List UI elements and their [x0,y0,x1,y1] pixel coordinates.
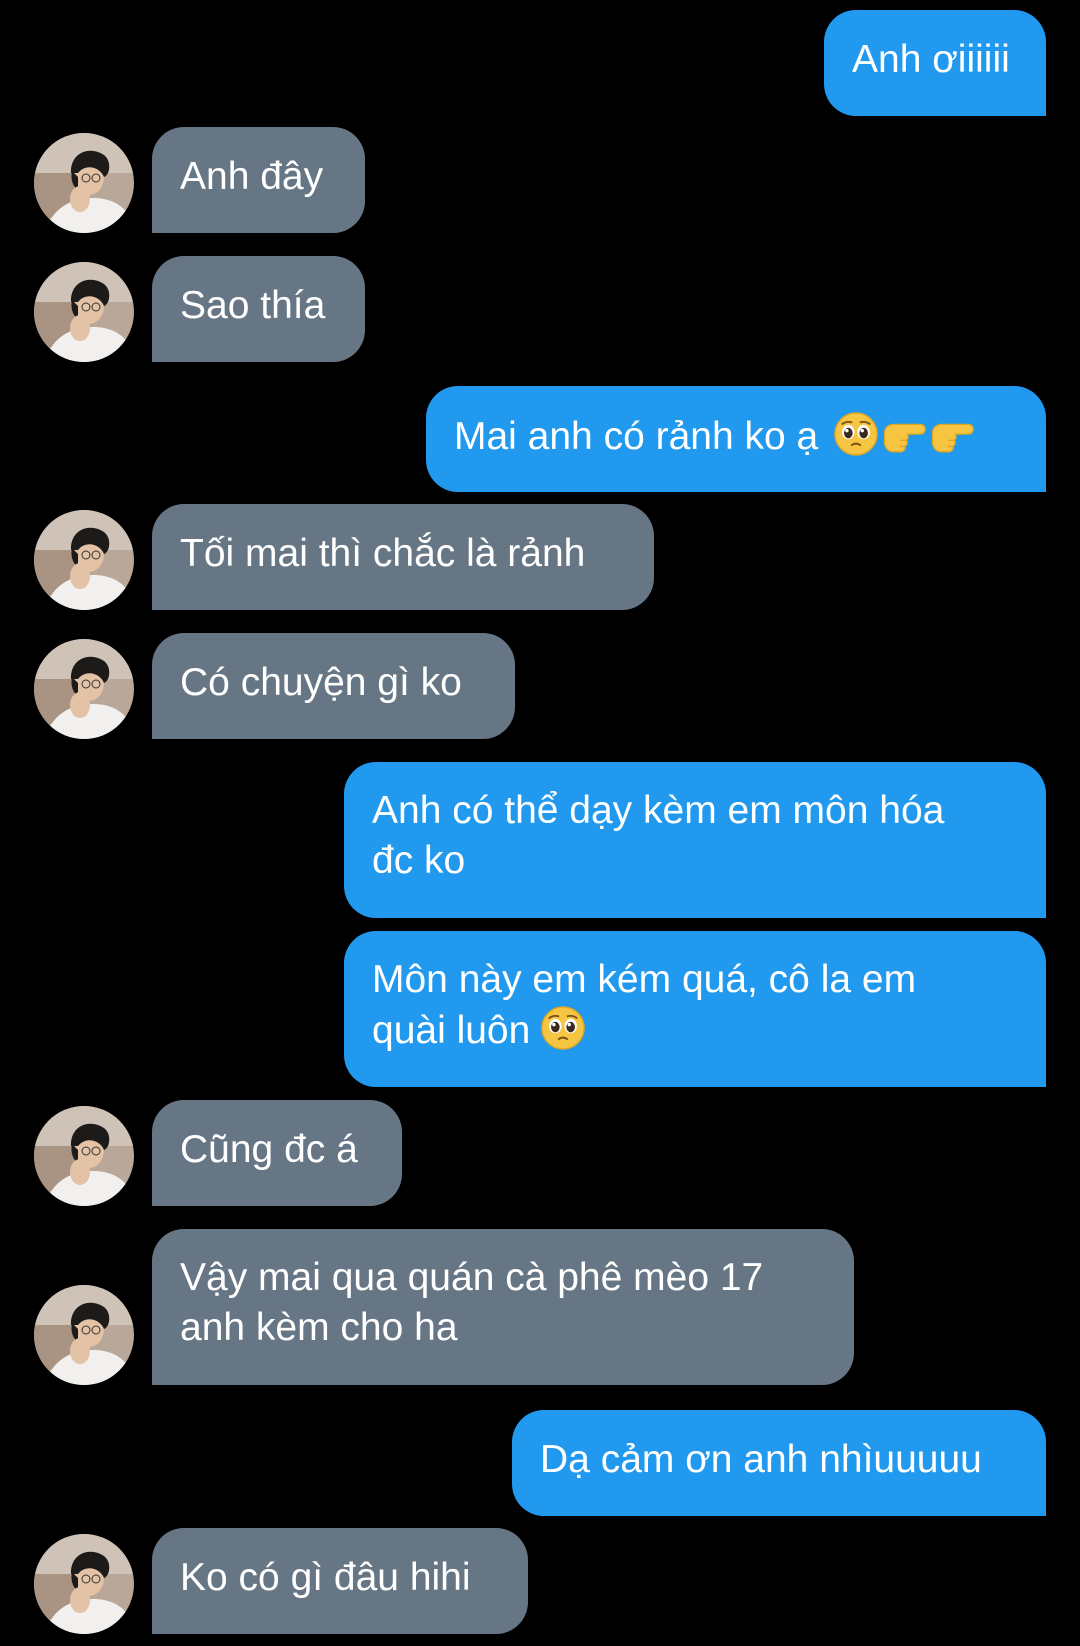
pointing-right-icon [881,413,927,457]
message-text: Dạ cảm ơn anh nhìuuuuu [540,1438,982,1481]
message-text-line: Môn này em kém quá, cô la em [372,958,917,1001]
message-text-line: đc ko [372,839,466,882]
contact-avatar[interactable] [34,510,134,610]
contact-avatar[interactable] [34,262,134,362]
chat-thread: Anh ơiiiiii Anh đây Sao thía Mai anh có … [0,0,1080,1646]
message-text: Anh ơiiiiii [852,38,1010,81]
message-text: Mai anh có rảnh ko ạ [454,415,819,458]
message-text: Anh đây [180,155,324,198]
outgoing-message-bubble[interactable]: Anh có thể dạy kèm em môn hóa đc ko [344,762,1046,918]
message-text-line: anh kèm cho ha [180,1306,458,1349]
message-text: Sao thía [180,284,326,327]
message-text-line: Vậy mai qua quán cà phê mèo 17 [180,1256,764,1299]
contact-avatar[interactable] [34,1285,134,1385]
incoming-message-bubble[interactable]: Ko có gì đâu hihi [152,1528,528,1634]
outgoing-message-bubble[interactable]: Mai anh có rảnh ko ạ [426,386,1046,492]
outgoing-message-bubble[interactable]: Dạ cảm ơn anh nhìuuuuu [512,1410,1046,1516]
message-text-line: Anh có thể dạy kèm em môn hóa [372,789,945,832]
pleading-face-icon [833,411,879,457]
incoming-message-bubble[interactable]: Cũng đc á [152,1100,402,1206]
pointing-right-icon [929,413,975,457]
message-text: Có chuyện gì ko [180,661,462,704]
incoming-message-bubble[interactable]: Tối mai thì chắc là rảnh [152,504,654,610]
contact-avatar[interactable] [34,639,134,739]
outgoing-message-bubble[interactable]: Anh ơiiiiii [824,10,1046,116]
incoming-message-bubble[interactable]: Anh đây [152,127,365,233]
contact-avatar[interactable] [34,1534,134,1634]
message-text: Ko có gì đâu hihi [180,1556,471,1599]
message-text: Cũng đc á [180,1128,358,1171]
incoming-message-bubble[interactable]: Sao thía [152,256,365,362]
incoming-message-bubble[interactable]: Vậy mai qua quán cà phê mèo 17 anh kèm c… [152,1229,854,1385]
outgoing-message-bubble[interactable]: Môn này em kém quá, cô la em quài luôn [344,931,1046,1087]
contact-avatar[interactable] [34,1106,134,1206]
incoming-message-bubble[interactable]: Có chuyện gì ko [152,633,515,739]
pleading-face-icon [540,1005,586,1051]
contact-avatar[interactable] [34,133,134,233]
message-text: Tối mai thì chắc là rảnh [180,532,586,575]
message-text-line: quài luôn [372,1009,531,1052]
